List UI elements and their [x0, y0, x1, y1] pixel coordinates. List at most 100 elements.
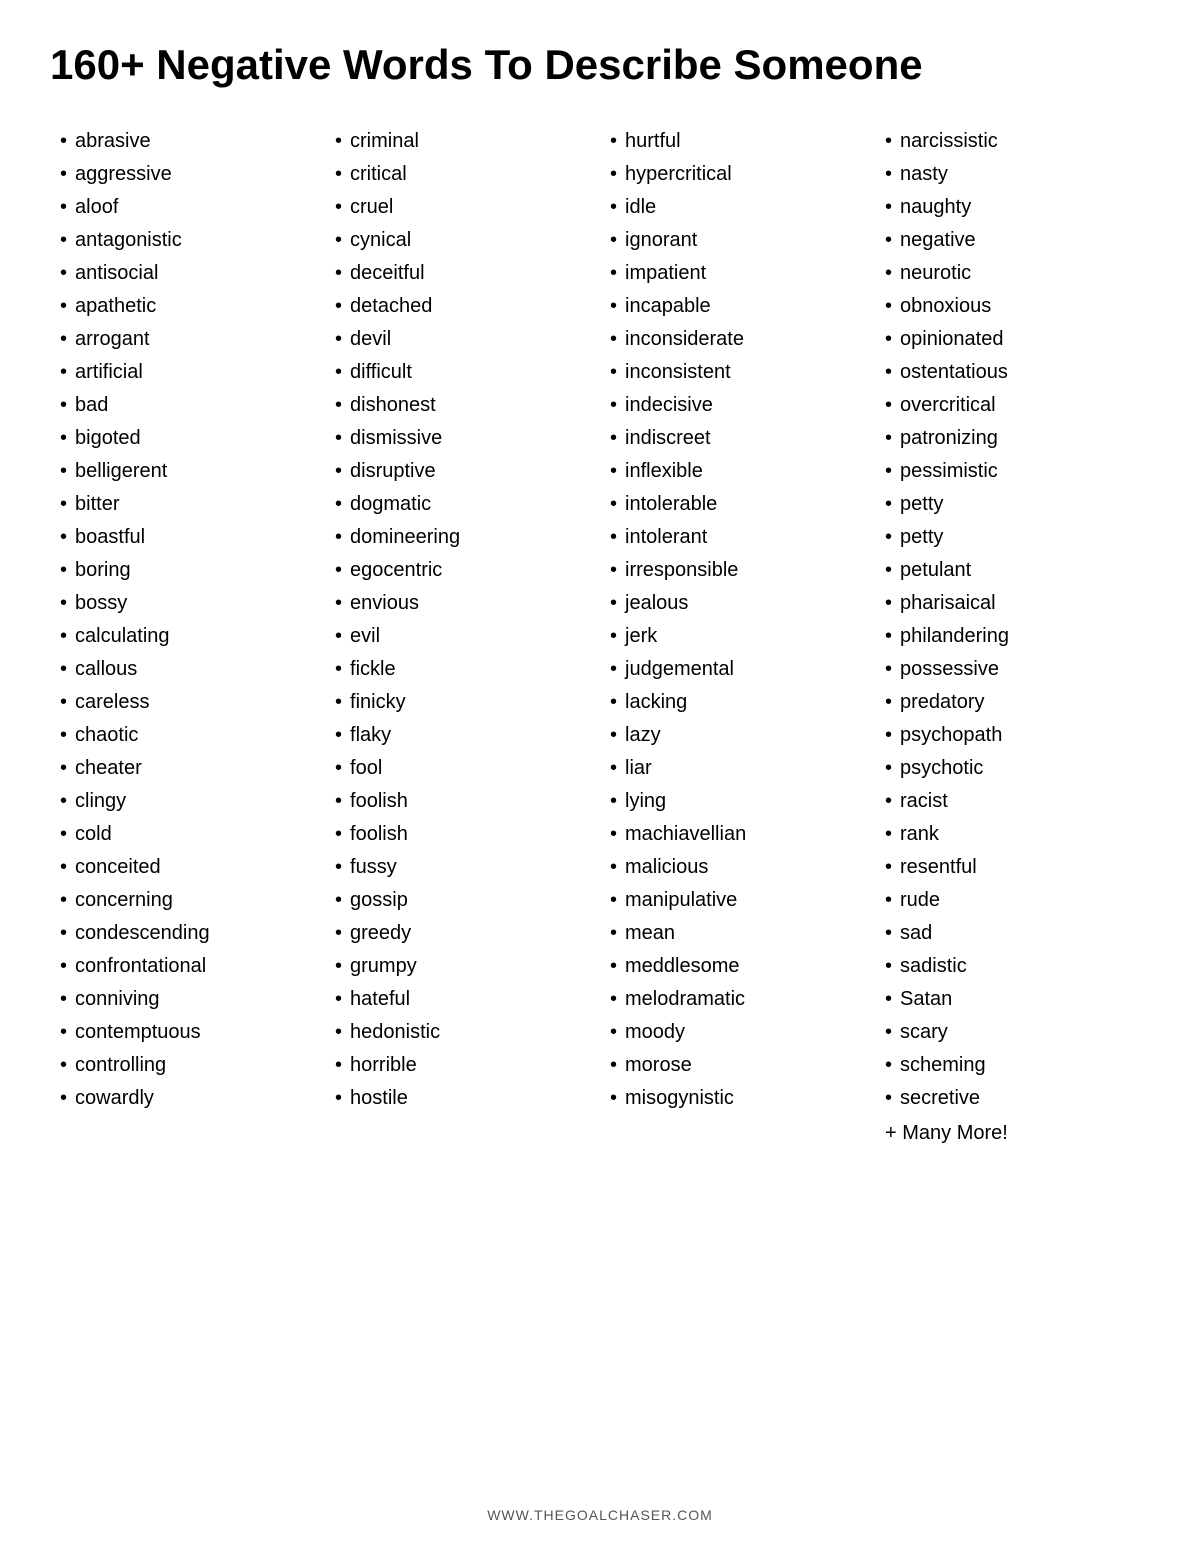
- list-item: belligerent: [60, 455, 315, 488]
- list-item: morose: [610, 1049, 865, 1082]
- list-item: mean: [610, 917, 865, 950]
- list-item: predatory: [885, 686, 1140, 719]
- column-3: hurtfulhypercriticalidleignorantimpatien…: [600, 125, 875, 1477]
- column-1: abrasiveaggressivealoofantagonisticantis…: [50, 125, 325, 1477]
- list-item: intolerable: [610, 488, 865, 521]
- list-item: rude: [885, 884, 1140, 917]
- list-item: jerk: [610, 620, 865, 653]
- list-item: clingy: [60, 785, 315, 818]
- list-item: callous: [60, 653, 315, 686]
- list-item: apathetic: [60, 290, 315, 323]
- list-item: fussy: [335, 851, 590, 884]
- list-item: rank: [885, 818, 1140, 851]
- list-item: pharisaical: [885, 587, 1140, 620]
- list-item: grumpy: [335, 950, 590, 983]
- list-item: liar: [610, 752, 865, 785]
- list-item: flaky: [335, 719, 590, 752]
- list-item: opinionated: [885, 323, 1140, 356]
- list-item: envious: [335, 587, 590, 620]
- list-item: Satan: [885, 983, 1140, 1016]
- list-item: malicious: [610, 851, 865, 884]
- list-item: controlling: [60, 1049, 315, 1082]
- list-item: secretive: [885, 1082, 1140, 1115]
- list-item: critical: [335, 158, 590, 191]
- list-item: horrible: [335, 1049, 590, 1082]
- list-item: criminal: [335, 125, 590, 158]
- list-item: bitter: [60, 488, 315, 521]
- list-item: naughty: [885, 191, 1140, 224]
- list-item: artificial: [60, 356, 315, 389]
- list-item: evil: [335, 620, 590, 653]
- list-item: domineering: [335, 521, 590, 554]
- word-list-4: narcissisticnastynaughtynegativeneurotic…: [885, 125, 1140, 1115]
- list-item: calculating: [60, 620, 315, 653]
- list-item: dismissive: [335, 422, 590, 455]
- list-item: psychotic: [885, 752, 1140, 785]
- list-item: contemptuous: [60, 1016, 315, 1049]
- list-item: difficult: [335, 356, 590, 389]
- list-item: inconsistent: [610, 356, 865, 389]
- list-item: obnoxious: [885, 290, 1140, 323]
- list-item: antagonistic: [60, 224, 315, 257]
- list-item: judgemental: [610, 653, 865, 686]
- list-item: lacking: [610, 686, 865, 719]
- word-list-3: hurtfulhypercriticalidleignorantimpatien…: [610, 125, 865, 1115]
- list-item: bad: [60, 389, 315, 422]
- list-item: egocentric: [335, 554, 590, 587]
- list-item: cold: [60, 818, 315, 851]
- list-item: hypercritical: [610, 158, 865, 191]
- list-item: bigoted: [60, 422, 315, 455]
- list-item: abrasive: [60, 125, 315, 158]
- list-item: foolish: [335, 818, 590, 851]
- list-item: cowardly: [60, 1082, 315, 1115]
- list-item: gossip: [335, 884, 590, 917]
- list-item: jealous: [610, 587, 865, 620]
- list-item: concerning: [60, 884, 315, 917]
- list-item: hurtful: [610, 125, 865, 158]
- list-item: confrontational: [60, 950, 315, 983]
- list-item: machiavellian: [610, 818, 865, 851]
- list-item: overcritical: [885, 389, 1140, 422]
- list-item: intolerant: [610, 521, 865, 554]
- list-item: nasty: [885, 158, 1140, 191]
- list-item: resentful: [885, 851, 1140, 884]
- list-item: indiscreet: [610, 422, 865, 455]
- list-item: impatient: [610, 257, 865, 290]
- word-list-2: criminalcriticalcruelcynicaldeceitfuldet…: [335, 125, 590, 1115]
- list-item: scheming: [885, 1049, 1140, 1082]
- list-item: finicky: [335, 686, 590, 719]
- list-item: philandering: [885, 620, 1140, 653]
- list-item: lying: [610, 785, 865, 818]
- list-item: neurotic: [885, 257, 1140, 290]
- list-item: negative: [885, 224, 1140, 257]
- list-item: aggressive: [60, 158, 315, 191]
- list-item: bossy: [60, 587, 315, 620]
- list-item: misogynistic: [610, 1082, 865, 1115]
- list-item: boastful: [60, 521, 315, 554]
- list-item: ostentatious: [885, 356, 1140, 389]
- list-item: dishonest: [335, 389, 590, 422]
- list-item: arrogant: [60, 323, 315, 356]
- list-item: patronizing: [885, 422, 1140, 455]
- list-item: conceited: [60, 851, 315, 884]
- list-item: hedonistic: [335, 1016, 590, 1049]
- list-item: disruptive: [335, 455, 590, 488]
- word-list-1: abrasiveaggressivealoofantagonisticantis…: [60, 125, 315, 1115]
- list-item: lazy: [610, 719, 865, 752]
- list-item: fool: [335, 752, 590, 785]
- list-item: careless: [60, 686, 315, 719]
- list-item: condescending: [60, 917, 315, 950]
- list-item: meddlesome: [610, 950, 865, 983]
- footer-url: WWW.THEGOALCHASER.COM: [50, 1507, 1150, 1523]
- list-item: moody: [610, 1016, 865, 1049]
- list-item: narcissistic: [885, 125, 1140, 158]
- list-item: melodramatic: [610, 983, 865, 1016]
- more-text: + Many More!: [885, 1117, 1140, 1150]
- list-item: devil: [335, 323, 590, 356]
- list-item: psychopath: [885, 719, 1140, 752]
- list-item: petty: [885, 488, 1140, 521]
- list-item: manipulative: [610, 884, 865, 917]
- list-item: hostile: [335, 1082, 590, 1115]
- word-list-container: abrasiveaggressivealoofantagonisticantis…: [50, 125, 1150, 1477]
- list-item: ignorant: [610, 224, 865, 257]
